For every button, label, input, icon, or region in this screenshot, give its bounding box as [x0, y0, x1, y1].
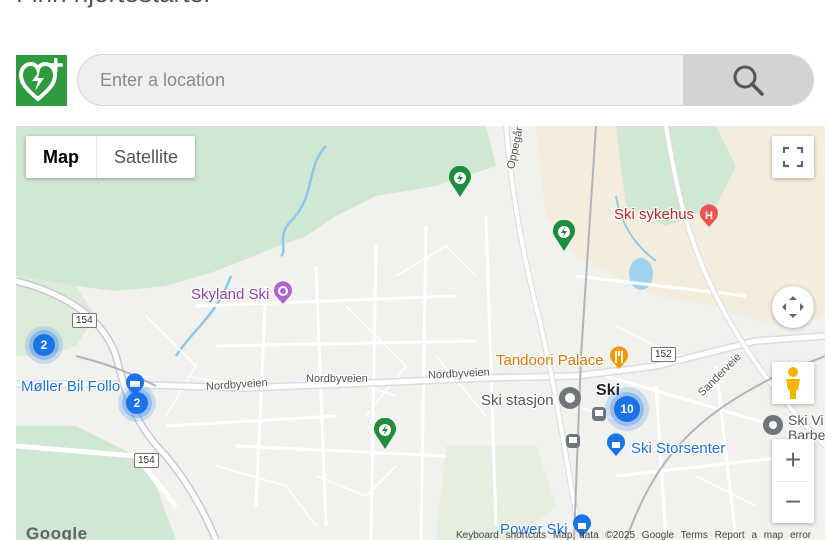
marker-cluster[interactable]: 2 [117, 383, 157, 423]
shopping-place-icon[interactable] [271, 281, 295, 305]
marker-cluster[interactable]: 10 [604, 386, 650, 432]
street-view-button[interactable] [772, 362, 814, 404]
fullscreen-button[interactable] [772, 136, 814, 178]
place-label-tandoori-palace[interactable]: Tandoori Palace [496, 352, 604, 369]
cluster-count: 10 [620, 402, 634, 416]
svg-text:H: H [705, 210, 713, 222]
bus-stop-icon[interactable] [565, 433, 581, 449]
road-label: Nordbyveien [306, 373, 368, 385]
place-label-ski-stasjon[interactable]: Ski stasjon [481, 392, 554, 409]
search-bar [77, 54, 814, 106]
shopping-mall-icon[interactable] [604, 433, 628, 457]
map-type-control: Map Satellite [26, 136, 196, 178]
aed-marker[interactable] [373, 418, 397, 450]
map-attribution[interactable]: Keyboard shortcuts Map data ©2025 Google… [456, 530, 811, 540]
map-canvas[interactable] [16, 126, 825, 540]
cluster-count: 2 [40, 338, 48, 352]
place-label-ski-storsenter[interactable]: Ski Storsenter [631, 440, 725, 457]
zoom-control: + − [772, 439, 814, 523]
camera-control-icon [782, 296, 804, 318]
place-label-moller-bil-follo[interactable]: Møller Bil Follo [21, 378, 120, 395]
search-button[interactable] [683, 55, 813, 105]
aed-marker[interactable] [552, 220, 576, 252]
map[interactable]: Nordbyveien Nordbyveien Nordbyveien Oppe… [16, 126, 825, 540]
place-label-ski-vi[interactable]: Ski Vi [788, 412, 824, 428]
place-label-ski-sykehus[interactable]: Ski sykehus [614, 206, 694, 223]
place-icon[interactable] [761, 413, 785, 437]
street-view-pegman-icon [786, 367, 800, 399]
route-shield: 154 [134, 453, 159, 468]
marker-cluster[interactable]: 2 [24, 325, 64, 365]
google-logo: Google [26, 524, 88, 540]
aed-logo-icon [16, 55, 67, 106]
map-type-map-button[interactable]: Map [26, 136, 97, 178]
route-shield: 154 [72, 313, 97, 328]
restaurant-icon[interactable] [607, 346, 631, 370]
search-input[interactable] [78, 55, 684, 105]
camera-control-button[interactable] [772, 286, 814, 328]
hospital-icon[interactable]: H [697, 204, 721, 228]
page-title: Finn hjertestarter [16, 0, 213, 9]
place-label-skyland-ski[interactable]: Skyland Ski [191, 286, 269, 303]
route-shield: 152 [651, 347, 676, 362]
zoom-out-button[interactable]: − [772, 481, 814, 523]
train-station-icon[interactable] [557, 385, 583, 411]
cluster-count: 2 [133, 396, 141, 410]
map-type-satellite-button[interactable]: Satellite [97, 136, 195, 178]
search-icon [733, 65, 764, 96]
zoom-divider [778, 481, 808, 482]
zoom-in-button[interactable]: + [772, 439, 814, 481]
fullscreen-icon [782, 146, 804, 168]
aed-marker[interactable] [448, 166, 472, 198]
